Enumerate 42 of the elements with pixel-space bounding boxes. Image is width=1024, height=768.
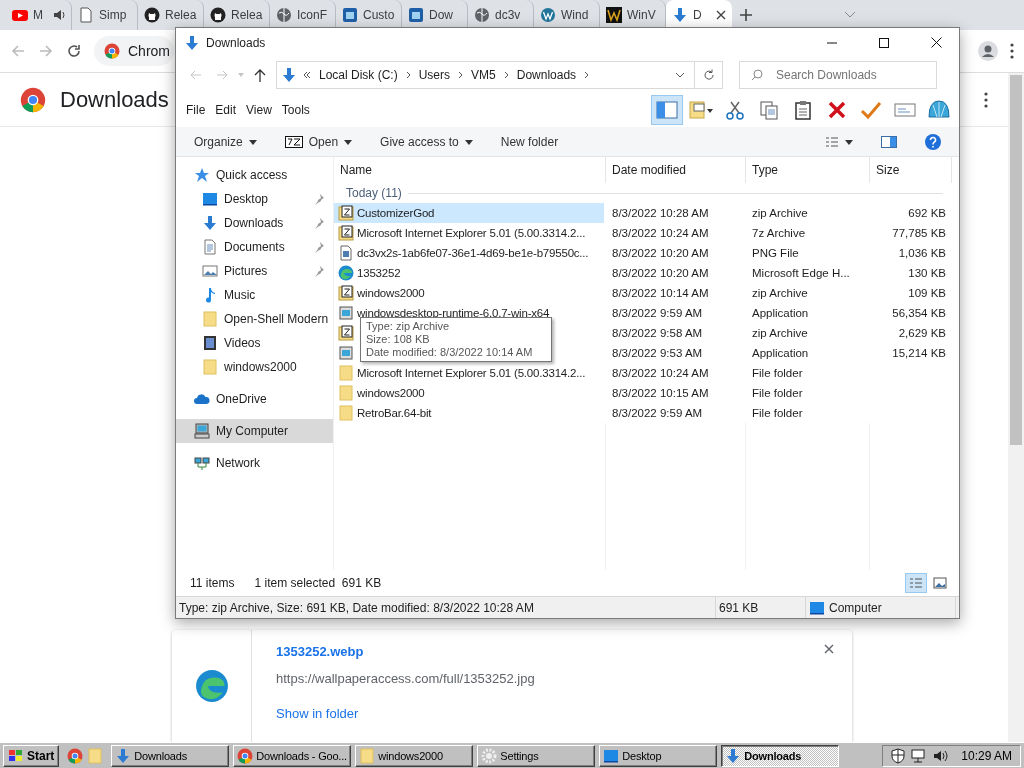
table-cell-text: 8/3/2022 10:20 AM [611,247,710,259]
table-cell-text: File folder [751,407,804,419]
table-cell-text: 109 KB [907,287,947,299]
table-cell-text: 8/3/2022 10:24 AM [611,227,710,239]
table-cell-text: 8/3/2022 9:58 AM [611,327,704,339]
table-cell-text: File folder [751,387,804,399]
table-cell-text: 77,785 KB [891,227,947,239]
table-cell-text: 8/3/2022 9:59 AM [611,307,704,319]
status-zone: Computer [806,597,956,618]
table-cell-text: Application [751,347,810,359]
table-cell-text: 8/3/2022 10:20 AM [611,267,710,279]
table-cell-text: 8/3/2022 10:15 AM [611,387,710,399]
status-details: Type: zip Archive, Size: 691 KB, Date modified: 8/3/2022 10:28 AM [176,597,716,618]
window-title: Downloads [206,35,267,50]
table-cell-text: zip Archive [751,207,809,219]
table-cell-text: 8/3/2022 10:14 AM [611,287,710,299]
table-cell-text: File folder [751,367,804,379]
table-cell-text: Application [751,307,810,319]
table-cell-text: 8/3/2022 10:24 AM [611,367,710,379]
table-cell-text: Microsoft Edge H... [751,267,851,279]
table-cell-text: 1,036 KB [897,247,947,259]
source-url: https://wallpaperaccess.com/full/1353252.jpg [276,671,536,686]
table-cell-text: 15,214 KB [891,347,947,359]
tooltip-line: Size: 108 KB [366,333,431,346]
table-cell-text: 8/3/2022 10:28 AM [611,207,710,219]
item-count: 11 items [190,576,235,590]
clock: 10:29 AM [961,748,1012,763]
tooltip-line: Type: zip Archive [366,320,451,333]
table-cell-text: 2,629 KB [897,327,947,339]
tooltip-line: Date modified: 8/3/2022 10:14 AM [366,346,534,359]
table-cell-text: 8/3/2022 9:53 AM [611,347,704,359]
table-cell-text: zip Archive [751,287,809,299]
table-cell-text: 56,354 KB [891,307,947,319]
selection-info: 1 item selected 691 KB [254,576,382,590]
table-cell-text: 130 KB [907,267,947,279]
table-cell-text: 692 KB [907,207,947,219]
table-cell-text: 7z Archive [751,227,807,239]
table-cell-text: PNG File [751,247,800,259]
page-title: Downloads [60,86,169,113]
status-size: 691 KB [716,597,806,618]
table-cell-text: 8/3/2022 9:59 AM [611,407,704,419]
table-cell-text: zip Archive [751,327,809,339]
